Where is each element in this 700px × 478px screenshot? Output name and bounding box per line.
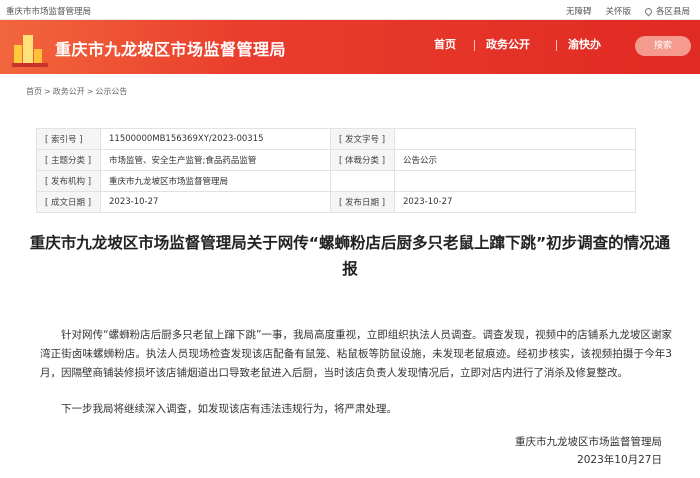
district-bureaus-label: 各区县局 (655, 7, 690, 17)
subject-category-value: 市场监管、安全生产监管;食品药品监管 (100, 149, 331, 171)
breadcrumb: 首页 > 政务公开 > 公示公告 (26, 87, 128, 96)
nav-divider (474, 40, 475, 51)
signature-org: 重庆市九龙坡区市场监督管理局 (515, 436, 662, 448)
meta-empty-cell (394, 170, 636, 192)
top-utility-bar: 重庆市市场监督管理局 无障碍 关怀版 各区县局 (0, 0, 700, 20)
care-mode-link[interactable]: 关怀版 (605, 5, 631, 17)
article-title: 重庆市九龙坡区市场监督管理局关于网传“螺蛳粉店后厨多只老鼠上蹿下跳”初步调查的情… (29, 234, 671, 278)
meta-row: [ 索引号 ] 11500000MB156369XY/2023-00315 [ … (36, 128, 636, 150)
district-bureaus-link[interactable]: 各区县局 (643, 5, 690, 17)
article-paragraph: 下一步我局将继续深入调查，如发现该店有违法违规行为，将严肃处理。 (61, 403, 397, 415)
utility-links: 无障碍 关怀版 各区县局 (566, 5, 690, 17)
nav-yukuaiban[interactable]: 渝快办 (568, 36, 601, 52)
search-button[interactable]: 搜索 (635, 36, 691, 56)
meta-row: [ 主题分类 ] 市场监管、安全生产监管;食品药品监管 [ 体裁分类 ] 公告公… (36, 149, 636, 171)
main-nav: 首页 政务公开 渝快办 (0, 36, 700, 56)
meta-label: [ 体裁分类 ] (330, 149, 395, 171)
meta-label: [ 成文日期 ] (36, 191, 101, 213)
signature-date: 2023年10月27日 (577, 454, 662, 466)
publish-date-value: 2023-10-27 (394, 191, 636, 213)
nav-home[interactable]: 首页 (434, 36, 456, 52)
meta-label: [ 发布日期 ] (330, 191, 395, 213)
location-pin-icon (643, 6, 654, 17)
nav-government-affairs[interactable]: 政务公开 (486, 36, 530, 52)
nav-divider (556, 40, 557, 51)
written-date-value: 2023-10-27 (100, 191, 331, 213)
breadcrumb-announcements[interactable]: 公示公告 (95, 87, 127, 96)
breadcrumb-government-affairs[interactable]: 政务公开 (53, 87, 85, 96)
meta-label: [ 索引号 ] (36, 128, 101, 150)
meta-label: [ 发布机构 ] (36, 170, 101, 192)
document-meta-table: [ 索引号 ] 11500000MB156369XY/2023-00315 [ … (36, 128, 636, 213)
meta-label: [ 发文字号 ] (330, 128, 395, 150)
meta-empty-cell (330, 170, 395, 192)
article-paragraph: 针对网传“螺蛳粉店后厨多只老鼠上蹿下跳”一事，我局高度重视，立即组织执法人员调查… (40, 329, 672, 379)
index-number-value: 11500000MB156369XY/2023-00315 (100, 128, 331, 150)
meta-label: [ 主题分类 ] (36, 149, 101, 171)
genre-category-value: 公告公示 (394, 149, 636, 171)
meta-row: [ 发布机构 ] 重庆市九龙坡区市场监督管理局 (36, 170, 636, 192)
accessibility-link[interactable]: 无障碍 (566, 5, 592, 17)
publisher-value: 重庆市九龙坡区市场监督管理局 (100, 170, 331, 192)
breadcrumb-home[interactable]: 首页 (26, 87, 42, 96)
meta-row: [ 成文日期 ] 2023-10-27 [ 发布日期 ] 2023-10-27 (36, 191, 636, 213)
site-name[interactable]: 重庆市市场监督管理局 (6, 5, 91, 17)
document-number-value (394, 128, 636, 150)
